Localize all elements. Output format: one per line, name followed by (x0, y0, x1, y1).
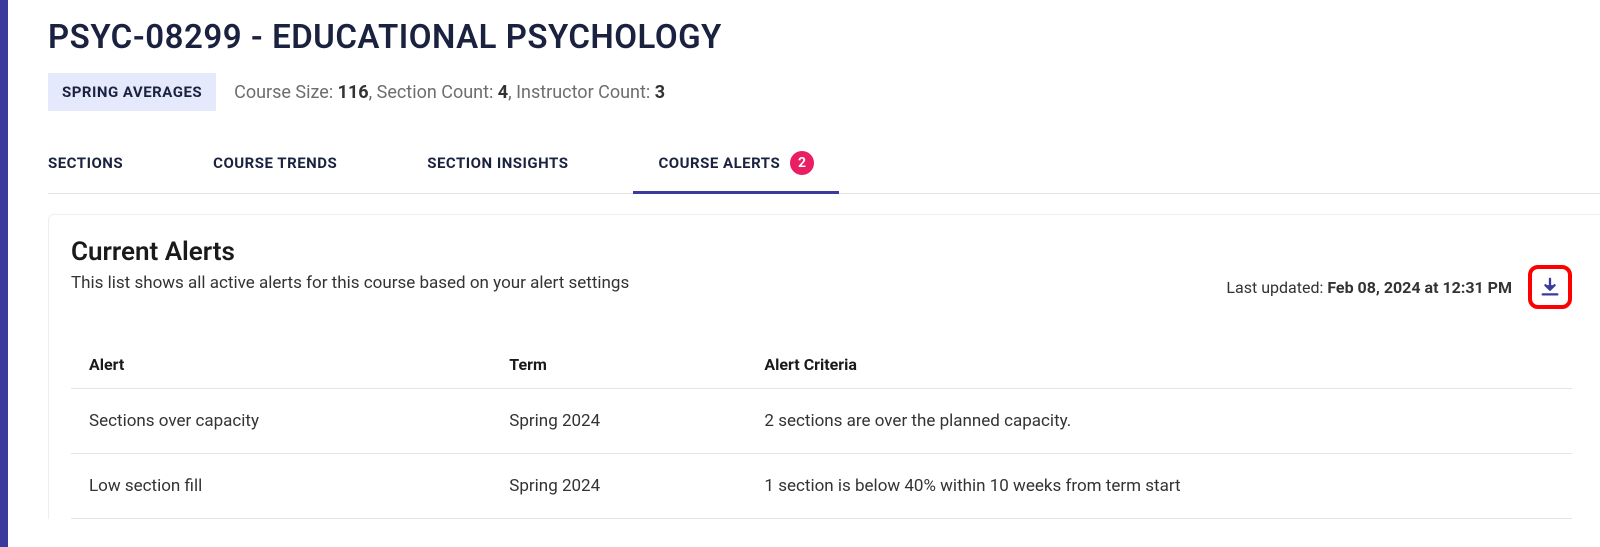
section-count-value: 4 (498, 82, 508, 103)
cell-alert: Low section fill (71, 454, 491, 519)
cell-alert: Sections over capacity (71, 389, 491, 454)
cell-criteria: 2 sections are over the planned capacity… (746, 389, 1572, 454)
download-icon (1539, 276, 1561, 298)
course-stats-text: Course Size: 116, Section Count: 4, Inst… (234, 82, 665, 103)
alerts-count-badge: 2 (790, 151, 814, 175)
table-row[interactable]: Sections over capacity Spring 2024 2 sec… (71, 389, 1572, 454)
tab-course-alerts-label: COURSE ALERTS (658, 154, 780, 172)
instructor-count-label: , Instructor Count: (508, 82, 655, 103)
term-averages-badge: SPRING AVERAGES (48, 73, 216, 111)
alerts-table: Alert Term Alert Criteria Sections over … (71, 341, 1572, 519)
course-stats-row: SPRING AVERAGES Course Size: 116, Sectio… (48, 73, 1600, 111)
cell-term: Spring 2024 (491, 454, 746, 519)
course-size-value: 116 (338, 82, 369, 103)
last-updated-text: Last updated: Feb 08, 2024 at 12:31 PM (1226, 278, 1512, 297)
section-count-label: , Section Count: (369, 82, 498, 103)
cell-term: Spring 2024 (491, 389, 746, 454)
course-size-label: Course Size: (234, 82, 338, 103)
column-header-alert: Alert (71, 341, 491, 389)
column-header-criteria: Alert Criteria (746, 341, 1572, 389)
tab-section-insights[interactable]: SECTION INSIGHTS (427, 142, 568, 190)
last-updated-value: Feb 08, 2024 at 12:31 PM (1327, 278, 1512, 297)
tab-course-alerts[interactable]: COURSE ALERTS 2 (658, 139, 814, 193)
column-header-term: Term (491, 341, 746, 389)
course-title: PSYC-08299 - EDUCATIONAL PSYCHOLOGY (48, 18, 1600, 57)
panel-description: This list shows all active alerts for th… (71, 273, 629, 293)
instructor-count-value: 3 (655, 82, 665, 103)
cell-criteria: 1 section is below 40% within 10 weeks f… (746, 454, 1572, 519)
tab-course-trends[interactable]: COURSE TRENDS (213, 142, 337, 190)
download-button[interactable] (1528, 265, 1572, 309)
current-alerts-panel: Current Alerts This list shows all activ… (48, 214, 1600, 519)
tab-sections[interactable]: SECTIONS (48, 142, 123, 190)
last-updated-label: Last updated: (1226, 278, 1327, 297)
panel-title: Current Alerts (71, 237, 629, 267)
tabs-bar: SECTIONS COURSE TRENDS SECTION INSIGHTS … (48, 139, 1600, 194)
table-row[interactable]: Low section fill Spring 2024 1 section i… (71, 454, 1572, 519)
